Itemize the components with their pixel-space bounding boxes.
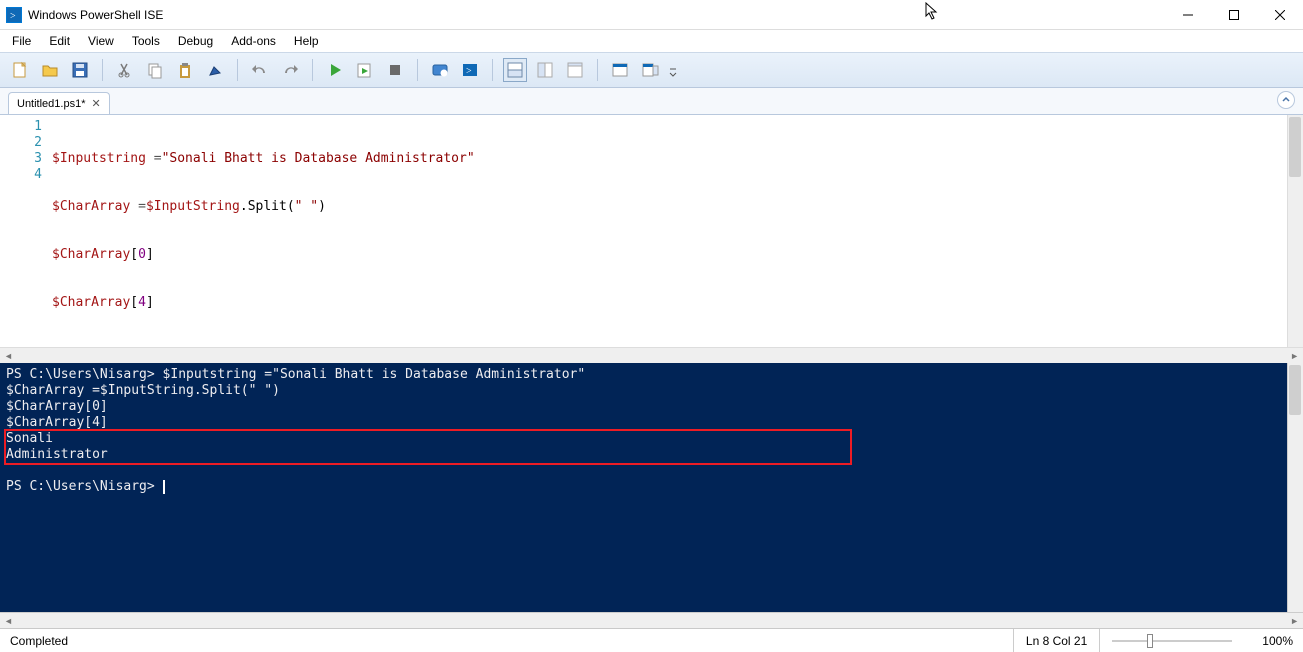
zoom-slider-handle[interactable] bbox=[1147, 634, 1153, 648]
show-script-top-button[interactable] bbox=[503, 58, 527, 82]
line-number-gutter: 1 2 3 4 bbox=[0, 115, 52, 347]
scroll-right-icon[interactable]: ► bbox=[1286, 351, 1303, 361]
cut-button[interactable] bbox=[113, 58, 137, 82]
console-horizontal-scrollbar[interactable]: ◄ ► bbox=[0, 612, 1303, 628]
highlight-annotation bbox=[4, 429, 852, 465]
line-number: 1 bbox=[4, 119, 42, 135]
app-icon: > bbox=[6, 7, 22, 23]
maximize-button[interactable] bbox=[1211, 0, 1257, 30]
zoom-control: 100% bbox=[1100, 634, 1293, 648]
toolbar-sep bbox=[102, 59, 103, 81]
window-controls bbox=[1165, 0, 1303, 30]
cursor-position: Ln 8 Col 21 bbox=[1013, 629, 1100, 652]
open-file-button[interactable] bbox=[38, 58, 62, 82]
menu-debug[interactable]: Debug bbox=[170, 32, 221, 50]
show-script-max-button[interactable] bbox=[563, 58, 587, 82]
menu-bar: File Edit View Tools Debug Add-ons Help bbox=[0, 30, 1303, 52]
scrollbar-thumb[interactable] bbox=[1289, 365, 1301, 415]
redo-button[interactable] bbox=[278, 58, 302, 82]
zoom-slider[interactable] bbox=[1112, 640, 1232, 642]
scroll-left-icon[interactable]: ◄ bbox=[0, 351, 17, 361]
svg-text:>: > bbox=[466, 66, 472, 77]
menu-view[interactable]: View bbox=[80, 32, 122, 50]
title-bar: > Windows PowerShell ISE bbox=[0, 0, 1303, 30]
tab-strip: Untitled1.ps1* ✕ bbox=[0, 88, 1303, 114]
script-tab[interactable]: Untitled1.ps1* ✕ bbox=[8, 92, 110, 114]
script-editor[interactable]: 1 2 3 4 $Inputstring ="Sonali Bhatt is D… bbox=[0, 115, 1303, 347]
run-selection-button[interactable] bbox=[353, 58, 377, 82]
menu-addons[interactable]: Add-ons bbox=[223, 32, 284, 50]
toolbar: > bbox=[0, 52, 1303, 88]
minimize-button[interactable] bbox=[1165, 0, 1211, 30]
show-script-right-button[interactable] bbox=[533, 58, 557, 82]
zoom-percent: 100% bbox=[1262, 634, 1293, 648]
close-button[interactable] bbox=[1257, 0, 1303, 30]
toolbar-sep bbox=[312, 59, 313, 81]
menu-help[interactable]: Help bbox=[286, 32, 327, 50]
save-button[interactable] bbox=[68, 58, 92, 82]
scroll-right-icon[interactable]: ► bbox=[1286, 616, 1303, 626]
stop-button[interactable] bbox=[383, 58, 407, 82]
menu-tools[interactable]: Tools bbox=[124, 32, 168, 50]
scrollbar-thumb[interactable] bbox=[1289, 117, 1301, 177]
toolbar-sep bbox=[417, 59, 418, 81]
tab-label: Untitled1.ps1* bbox=[17, 98, 86, 110]
console-pane: PS C:\Users\Nisarg> $Inputstring ="Sonal… bbox=[0, 363, 1303, 612]
status-message: Completed bbox=[10, 634, 1013, 648]
line-number: 4 bbox=[4, 167, 42, 183]
undo-button[interactable] bbox=[248, 58, 272, 82]
toolbar-sep bbox=[237, 59, 238, 81]
show-command-button[interactable] bbox=[608, 58, 632, 82]
clear-button[interactable] bbox=[203, 58, 227, 82]
code-area[interactable]: $Inputstring ="Sonali Bhatt is Database … bbox=[52, 115, 1303, 347]
status-bar: Completed Ln 8 Col 21 100% bbox=[0, 628, 1303, 652]
line-number: 2 bbox=[4, 135, 42, 151]
svg-text:>: > bbox=[10, 11, 16, 22]
new-file-button[interactable] bbox=[8, 58, 32, 82]
powershell-button[interactable]: > bbox=[458, 58, 482, 82]
show-command-addon-button[interactable] bbox=[638, 58, 662, 82]
scroll-left-icon[interactable]: ◄ bbox=[0, 616, 17, 626]
editor-horizontal-scrollbar[interactable]: ◄ ► bbox=[0, 347, 1303, 363]
line-number: 3 bbox=[4, 151, 42, 167]
toolbar-sep bbox=[597, 59, 598, 81]
window-title: Windows PowerShell ISE bbox=[28, 8, 1165, 22]
run-button[interactable] bbox=[323, 58, 347, 82]
copy-button[interactable] bbox=[143, 58, 167, 82]
menu-edit[interactable]: Edit bbox=[41, 32, 78, 50]
toolbar-sep bbox=[492, 59, 493, 81]
script-editor-pane: 1 2 3 4 $Inputstring ="Sonali Bhatt is D… bbox=[0, 114, 1303, 363]
tab-close-button[interactable]: ✕ bbox=[92, 97, 101, 110]
console-vertical-scrollbar[interactable] bbox=[1287, 363, 1303, 612]
collapse-script-button[interactable] bbox=[1277, 91, 1295, 109]
console[interactable]: PS C:\Users\Nisarg> $Inputstring ="Sonal… bbox=[0, 363, 1303, 612]
editor-vertical-scrollbar[interactable] bbox=[1287, 115, 1303, 347]
paste-button[interactable] bbox=[173, 58, 197, 82]
new-remote-button[interactable] bbox=[428, 58, 452, 82]
menu-file[interactable]: File bbox=[4, 32, 39, 50]
console-cursor bbox=[163, 480, 165, 494]
toolbar-overflow-button[interactable] bbox=[668, 58, 678, 82]
